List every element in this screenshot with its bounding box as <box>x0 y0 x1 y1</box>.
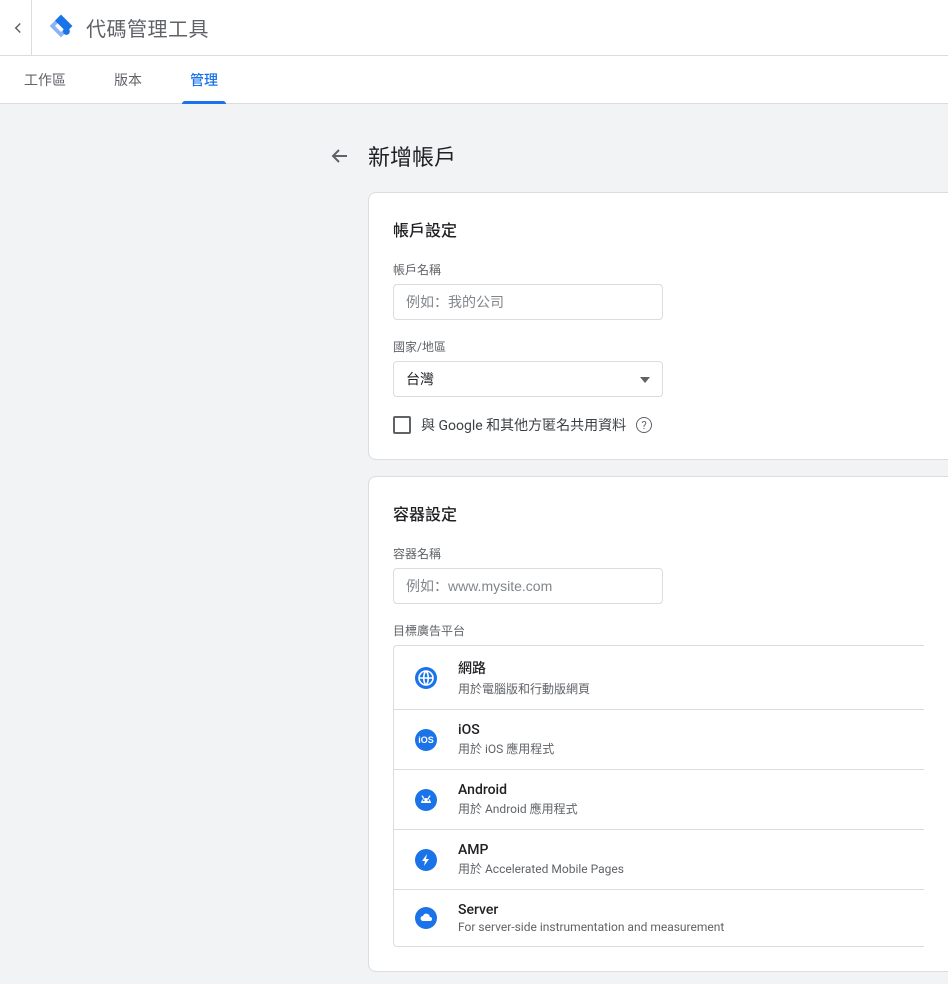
share-data-checkbox[interactable] <box>393 416 411 434</box>
panel-back-button[interactable] <box>328 144 352 168</box>
arrow-left-icon <box>9 19 27 37</box>
container-section-title: 容器設定 <box>393 501 924 525</box>
container-name-input[interactable] <box>406 578 650 594</box>
account-name-input-wrapper <box>393 284 663 320</box>
tab-versions[interactable]: 版本 <box>114 56 142 104</box>
tab-admin[interactable]: 管理 <box>190 56 218 104</box>
platform-desc: 用於電腦版和行動版網頁 <box>458 680 590 697</box>
panel-title: 新增帳戶 <box>368 140 456 172</box>
platform-desc: 用於 Accelerated Mobile Pages <box>458 860 624 877</box>
platform-desc: 用於 iOS 應用程式 <box>458 740 554 757</box>
platform-desc: 用於 Android 應用程式 <box>458 800 578 817</box>
platform-option-server[interactable]: Server For server-side instrumentation a… <box>394 889 924 946</box>
chevron-down-icon <box>640 371 650 387</box>
arrow-left-icon <box>328 144 352 168</box>
platform-title: Server <box>458 902 724 918</box>
platform-option-ios[interactable]: iOS iOS 用於 iOS 應用程式 <box>394 709 924 769</box>
app-title: 代碼管理工具 <box>86 13 209 42</box>
country-label: 國家/地區 <box>393 338 924 355</box>
account-section-title: 帳戶設定 <box>393 217 924 241</box>
nav-tabs: 工作區 版本 管理 <box>0 56 948 104</box>
cloud-icon <box>414 906 438 930</box>
svg-text:iOS: iOS <box>418 735 434 745</box>
app-bar: 代碼管理工具 <box>0 0 948 56</box>
platform-title: iOS <box>458 722 554 738</box>
platform-title: Android <box>458 782 578 798</box>
platform-option-amp[interactable]: AMP 用於 Accelerated Mobile Pages <box>394 829 924 889</box>
back-button[interactable] <box>4 0 32 56</box>
panel-header: 新增帳戶 <box>328 140 948 172</box>
platform-title: AMP <box>458 842 624 858</box>
tab-workspace[interactable]: 工作區 <box>24 56 66 104</box>
container-settings-card: 容器設定 容器名稱 目標廣告平台 網路 用於電腦版和行動版網頁 iOS <box>368 476 948 972</box>
container-name-input-wrapper <box>393 568 663 604</box>
country-select[interactable]: 台灣 <box>393 361 663 397</box>
account-name-input[interactable] <box>406 294 650 310</box>
help-icon[interactable]: ? <box>636 417 652 433</box>
workspace: 新增帳戶 帳戶設定 帳戶名稱 國家/地區 台灣 與 Google 和其他方匿名共… <box>0 104 948 984</box>
platform-option-web[interactable]: 網路 用於電腦版和行動版網頁 <box>394 646 924 709</box>
platform-title: 網路 <box>458 658 590 678</box>
account-name-label: 帳戶名稱 <box>393 261 924 278</box>
platform-option-android[interactable]: Android 用於 Android 應用程式 <box>394 769 924 829</box>
platform-desc: For server-side instrumentation and meas… <box>458 920 724 934</box>
android-icon <box>414 788 438 812</box>
tag-manager-logo-icon <box>48 13 74 43</box>
share-data-row: 與 Google 和其他方匿名共用資料 ? <box>393 415 924 435</box>
country-select-value: 台灣 <box>406 369 434 389</box>
account-settings-card: 帳戶設定 帳戶名稱 國家/地區 台灣 與 Google 和其他方匿名共用資料 ? <box>368 192 948 460</box>
platform-label: 目標廣告平台 <box>393 622 924 639</box>
web-icon <box>414 666 438 690</box>
platform-option-list: 網路 用於電腦版和行動版網頁 iOS iOS 用於 iOS 應用程式 An <box>393 645 924 947</box>
amp-icon <box>414 848 438 872</box>
container-name-label: 容器名稱 <box>393 545 924 562</box>
share-data-label: 與 Google 和其他方匿名共用資料 <box>421 415 626 435</box>
ios-icon: iOS <box>414 728 438 752</box>
